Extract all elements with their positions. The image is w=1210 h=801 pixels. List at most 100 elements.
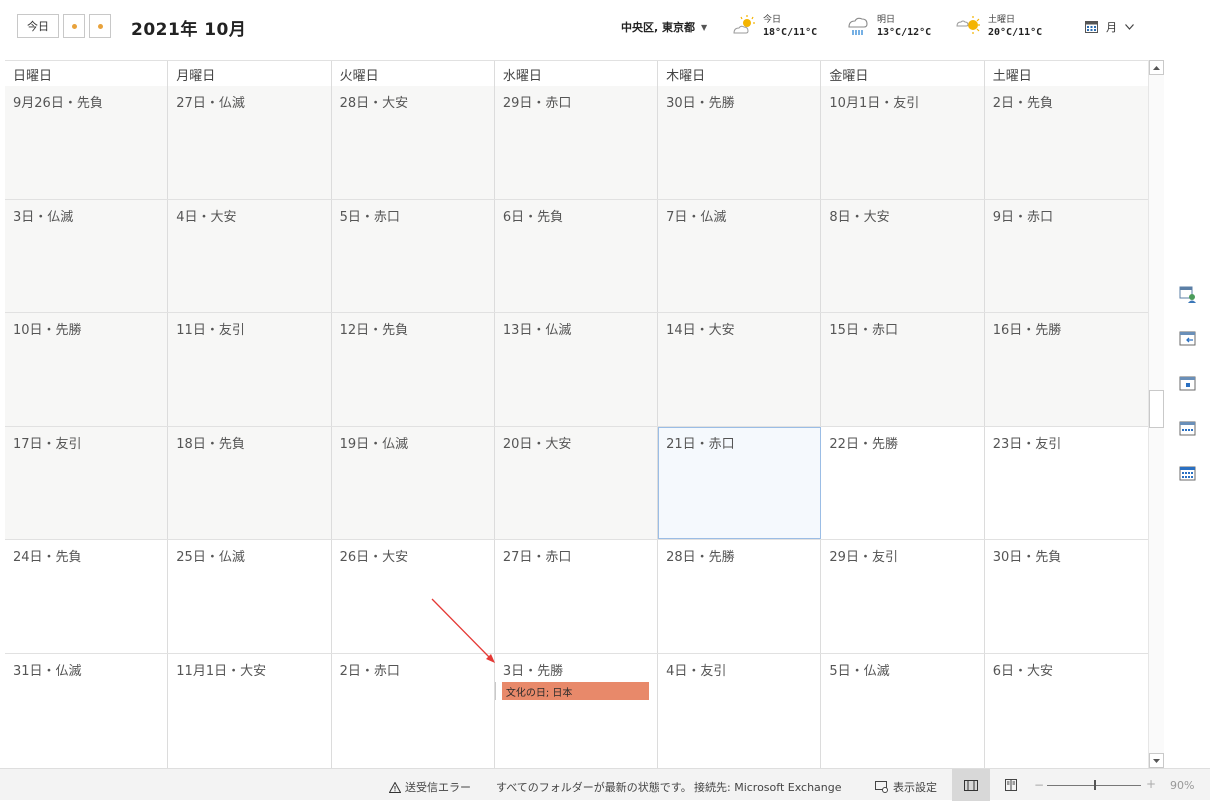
month-calendar-grid: 日曜日 月曜日 火曜日 水曜日 木曜日 金曜日 土曜日 9月26日・先負 27日…	[5, 60, 1148, 768]
day-label: 13日・仏滅	[502, 323, 572, 339]
day-cell[interactable]: 4日・大安	[168, 199, 332, 313]
day-cell[interactable]: 9月26日・先負	[5, 86, 169, 199]
day-cell[interactable]: 13日・仏滅	[494, 313, 659, 426]
day-cell[interactable]: 31日・仏滅	[5, 653, 169, 768]
weather-tomorrow[interactable]: 明日 13°C/12°C	[845, 14, 931, 39]
right-side-rail	[1166, 60, 1210, 768]
day-cell[interactable]: 6日・先負	[494, 199, 659, 313]
scroll-down-button[interactable]	[1149, 753, 1164, 768]
day-cell[interactable]: 14日・大安	[658, 313, 822, 426]
previous-month-button[interactable]	[63, 14, 85, 38]
calendar-import-icon[interactable]	[1179, 330, 1197, 348]
caret-down-icon: ▼	[701, 22, 708, 32]
zoom-level[interactable]: 90%	[1170, 779, 1194, 792]
month-view-icon[interactable]	[1179, 465, 1197, 483]
day-cell[interactable]: 10日・先勝	[5, 313, 169, 426]
day-cell[interactable]: 12日・先負	[331, 313, 495, 426]
location-label: 中央区, 東京都	[621, 21, 696, 34]
calendar-week: 10日・先勝 11日・友引 12日・先負 13日・仏滅 14日・大安 15日・赤…	[5, 313, 1148, 427]
week-view-icon[interactable]	[1179, 420, 1197, 438]
day-cell[interactable]: 11月1日・大安	[168, 653, 332, 768]
day-cell[interactable]: 28日・先勝	[658, 540, 822, 653]
view-mode-dropdown[interactable]: 月	[1085, 19, 1134, 35]
zoom-out-button[interactable]: −	[1034, 778, 1044, 792]
day-cell[interactable]: 27日・仏滅	[168, 86, 332, 199]
next-month-button[interactable]	[89, 14, 111, 38]
calendar-week: 3日・仏滅 4日・大安 5日・赤口 6日・先負 7日・仏滅 8日・大安 9日・赤…	[5, 199, 1148, 314]
weekday-header: 土曜日	[992, 69, 1032, 84]
day-cell[interactable]: 2日・赤口	[331, 653, 495, 768]
day-view-icon[interactable]	[1179, 375, 1197, 393]
day-cell[interactable]: 25日・仏滅	[168, 540, 332, 653]
day-label: 8日・大安	[829, 209, 890, 225]
day-cell[interactable]: 17日・友引	[5, 426, 169, 540]
day-cell[interactable]: 26日・大安	[331, 540, 495, 653]
zoom-slider-thumb[interactable]	[1094, 780, 1096, 790]
day-cell[interactable]: 29日・赤口	[494, 86, 659, 199]
weather-today[interactable]: 今日 18°C/11°C	[731, 14, 817, 39]
shared-calendar-icon[interactable]	[1179, 286, 1197, 304]
day-label: 17日・友引	[13, 436, 82, 452]
weather-saturday[interactable]: 土曜日 20°C/11°C	[956, 14, 1042, 39]
day-cell[interactable]: 30日・先負	[984, 540, 1148, 653]
day-label: 26日・大安	[339, 550, 409, 566]
chevron-down-icon	[1125, 24, 1134, 30]
day-cell[interactable]: 4日・友引	[658, 653, 822, 768]
day-cell[interactable]: 24日・先負	[5, 540, 169, 653]
zoom-in-button[interactable]: +	[1146, 777, 1156, 791]
vertical-scrollbar[interactable]	[1148, 60, 1164, 768]
day-label: 24日・先負	[13, 550, 82, 566]
weather-temp: 20°C/11°C	[988, 27, 1043, 38]
weekday-header: 水曜日	[495, 61, 659, 87]
day-cell[interactable]: 15日・赤口	[821, 313, 985, 426]
day-cell[interactable]: 29日・友引	[821, 540, 985, 653]
day-cell[interactable]: 22日・先勝	[821, 426, 985, 540]
send-receive-error-label: 送受信エラー	[405, 781, 471, 794]
day-cell[interactable]: 3日・先勝 文化の日; 日本	[494, 653, 659, 768]
day-cell[interactable]: 9日・赤口	[984, 199, 1148, 313]
day-cell[interactable]: 5日・赤口	[331, 199, 495, 313]
day-label: 15日・赤口	[829, 323, 898, 339]
day-cell[interactable]: 16日・先勝	[984, 313, 1148, 426]
day-cell[interactable]: 30日・先勝	[658, 86, 822, 199]
calendar-week: 9月26日・先負 27日・仏滅 28日・大安 29日・赤口 30日・先勝 10月…	[5, 86, 1148, 200]
today-button[interactable]: 今日	[17, 14, 59, 38]
calendar-week: 24日・先負 25日・仏滅 26日・大安 27日・赤口 28日・先勝 29日・友…	[5, 540, 1148, 654]
day-label: 18日・先負	[176, 436, 245, 452]
day-label: 31日・仏滅	[13, 663, 82, 679]
day-cell[interactable]: 11日・友引	[168, 313, 332, 426]
day-cell[interactable]: 20日・大安	[494, 426, 659, 540]
day-cell[interactable]: 2日・先負	[984, 86, 1148, 199]
day-cell[interactable]: 7日・仏滅	[658, 199, 822, 313]
day-label: 12日・先負	[339, 323, 409, 339]
weather-day-label: 土曜日	[988, 15, 1016, 25]
weekday-header-row: 日曜日 月曜日 火曜日 水曜日 木曜日 金曜日 土曜日	[5, 60, 1148, 87]
day-cell[interactable]: 10月1日・友引	[821, 86, 985, 199]
day-label: 5日・赤口	[339, 209, 400, 225]
day-cell[interactable]: 19日・仏滅	[331, 426, 495, 540]
send-receive-error[interactable]: 送受信エラー	[389, 779, 471, 795]
day-label: 5日・仏滅	[829, 663, 890, 679]
weekday-header: 月曜日	[168, 61, 332, 87]
calendar-week: 17日・友引 18日・先負 19日・仏滅 20日・大安 21日・赤口 22日・先…	[5, 426, 1148, 541]
day-label: 3日・仏滅	[13, 209, 74, 225]
day-cell[interactable]: 6日・大安	[984, 653, 1148, 768]
day-cell[interactable]: 18日・先負	[168, 426, 332, 540]
scroll-up-button[interactable]	[1149, 60, 1164, 75]
calendar-event[interactable]: 文化の日; 日本	[495, 681, 649, 700]
view-settings-icon	[875, 781, 888, 793]
scrollbar-thumb[interactable]	[1149, 390, 1164, 428]
day-cell[interactable]: 23日・友引	[984, 426, 1148, 540]
view-settings-button[interactable]: 表示設定	[875, 779, 937, 795]
today-day-cell[interactable]: 21日・赤口	[658, 426, 822, 540]
day-cell[interactable]: 28日・大安	[331, 86, 495, 199]
day-cell[interactable]: 27日・赤口	[494, 540, 659, 653]
reading-view-button[interactable]	[992, 769, 1030, 801]
day-cell[interactable]: 5日・仏滅	[821, 653, 985, 768]
day-cell[interactable]: 8日・大安	[821, 199, 985, 313]
weekday-header: 日曜日	[5, 61, 169, 87]
normal-view-button[interactable]	[952, 769, 990, 801]
day-cell[interactable]: 3日・仏滅	[5, 199, 169, 313]
location-selector[interactable]: 中央区, 東京都 ▼	[621, 19, 707, 35]
weather-day-label: 明日	[877, 15, 896, 25]
